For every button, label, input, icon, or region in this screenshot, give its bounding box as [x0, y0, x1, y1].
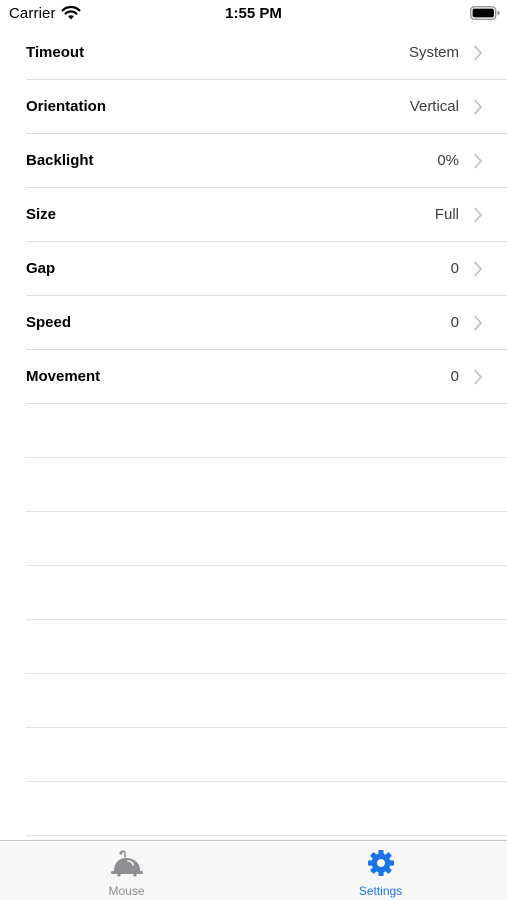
row-value: System [408, 44, 459, 61]
row-label: Backlight [26, 152, 94, 169]
chevron-right-icon [474, 99, 482, 115]
empty-table-row [26, 404, 507, 458]
settings-screen: Carrier 1:55 PM Timeout System Orientati… [0, 0, 507, 900]
empty-table-row [26, 782, 507, 836]
setting-row-movement[interactable]: Movement 0 [26, 350, 507, 404]
row-label: Size [26, 206, 57, 223]
row-label: Gap [26, 260, 56, 277]
tab-mouse[interactable]: Mouse [0, 841, 253, 900]
chevron-right-icon [474, 369, 482, 385]
chevron-right-icon [474, 45, 482, 61]
row-value: 0% [437, 152, 459, 169]
status-time: 1:55 PM [225, 5, 282, 22]
setting-row-speed[interactable]: Speed 0 [26, 296, 507, 350]
empty-table-row [26, 620, 507, 674]
chevron-right-icon [474, 315, 482, 331]
row-value: Full [434, 206, 459, 223]
row-value: 0 [450, 260, 459, 277]
row-label: Timeout [26, 44, 85, 61]
empty-table-row [26, 728, 507, 782]
row-label: Speed [26, 314, 72, 331]
status-bar: Carrier 1:55 PM [0, 0, 507, 27]
chevron-right-icon [474, 207, 482, 223]
row-value: Vertical [409, 98, 459, 115]
row-label: Movement [26, 368, 101, 385]
setting-row-timeout[interactable]: Timeout System [26, 26, 507, 80]
tab-settings[interactable]: Settings [254, 841, 507, 900]
empty-table-row [26, 512, 507, 566]
row-label: Orientation [26, 98, 107, 115]
row-value: 0 [450, 314, 459, 331]
tab-label: Settings [358, 884, 403, 898]
gear-icon [367, 850, 394, 876]
battery-icon [470, 6, 500, 20]
empty-table-row [26, 674, 507, 728]
settings-table: Timeout System Orientation Vertical Back… [0, 26, 507, 836]
row-value: 0 [450, 368, 459, 385]
chevron-right-icon [474, 153, 482, 169]
setting-row-size[interactable]: Size Full [26, 188, 507, 242]
tab-bar: Mouse Settings [0, 840, 507, 900]
empty-table-row [26, 566, 507, 620]
setting-row-backlight[interactable]: Backlight 0% [26, 134, 507, 188]
mouse-icon [110, 850, 143, 877]
empty-table-row [26, 458, 507, 512]
tab-label: Mouse [108, 884, 145, 898]
chevron-right-icon [474, 261, 482, 277]
setting-row-gap[interactable]: Gap 0 [26, 242, 507, 296]
setting-row-orientation[interactable]: Orientation Vertical [26, 80, 507, 134]
